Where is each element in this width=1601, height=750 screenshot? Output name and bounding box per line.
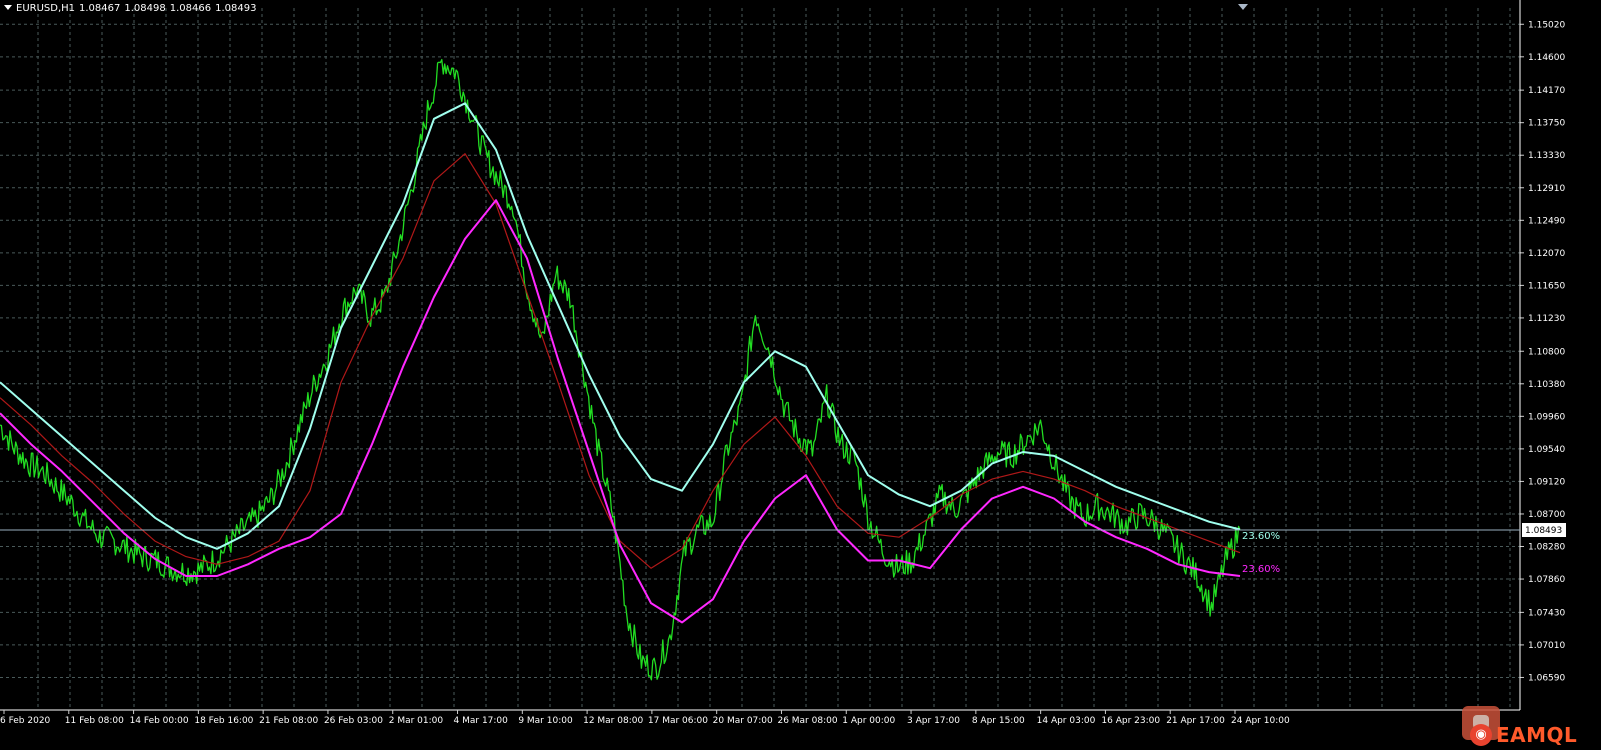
ohlc-high: 1.08498 [124,3,166,14]
price-tick-label: 1.12910 [1528,184,1565,194]
price-tick-label: 1.10800 [1528,347,1565,357]
price-tick-label: 1.15020 [1528,20,1565,30]
symbol-label: EURUSD,H1 [16,3,76,14]
chart-background [0,0,1601,750]
price-tick-label: 1.08700 [1528,510,1565,520]
price-tick-label: 1.07430 [1528,608,1565,618]
fib-label-upper: 23.60% [1242,531,1280,542]
price-chart[interactable]: 1.15020 1.14600 1.14170 1.13750 1.13330 1.129… [0,0,1601,750]
price-tick-label: 1.12070 [1528,249,1565,259]
time-tick-label: 9 Mar 10:00 [518,716,573,726]
time-tick-label: 24 Apr 10:00 [1231,716,1290,726]
time-tick-label: 21 Feb 08:00 [259,716,318,726]
brand-logo: ◉ EAMQL [1470,722,1598,748]
price-tick-label: 1.09120 [1528,477,1565,487]
price-tick-label: 1.07860 [1528,575,1565,585]
time-tick-label: 21 Apr 17:00 [1166,716,1225,726]
time-tick-label: 11 Feb 08:00 [65,716,124,726]
ohlc-close: 1.08493 [215,3,257,14]
price-tick-label: 1.09540 [1528,445,1565,455]
time-tick-label: 8 Apr 15:00 [972,716,1025,726]
ohlc-open: 1.08467 [79,3,121,14]
chart-grid [0,0,1601,750]
time-tick-label: 17 Mar 06:00 [648,716,708,726]
brand-logo-icon: ◉ [1470,724,1492,746]
time-tick-label: 1 Apr 00:00 [842,716,895,726]
price-tick-label: 1.06590 [1528,673,1565,683]
price-tick-label: 1.11230 [1528,314,1565,324]
time-tick-label: 26 Mar 08:00 [777,716,837,726]
price-tick-label: 1.13330 [1528,151,1565,161]
time-tick-label: 16 Apr 23:00 [1101,716,1160,726]
collapse-triangle-icon[interactable] [4,5,12,10]
price-tick-label: 1.09960 [1528,412,1565,422]
time-tick-label: 6 Feb 2020 [0,716,51,726]
price-tick-label: 1.11650 [1528,281,1565,291]
time-tick-label: 14 Apr 03:00 [1037,716,1096,726]
price-tick-label: 1.08280 [1528,543,1565,553]
time-tick-label: 12 Mar 08:00 [583,716,643,726]
time-tick-label: 26 Feb 03:00 [324,716,383,726]
fib-label-lower: 23.60% [1242,564,1280,575]
time-tick-label: 14 Feb 00:00 [130,716,189,726]
time-tick-label: 2 Mar 01:00 [389,716,444,726]
price-tick-label: 1.14170 [1528,86,1565,96]
time-tick-label: 20 Mar 07:00 [713,716,773,726]
price-tick-label: 1.13750 [1528,119,1565,129]
chart-header: EURUSD,H1 1.08467 1.08498 1.08466 1.08493 [4,3,260,14]
price-tick-label: 1.14600 [1528,53,1565,63]
current-price-label: 1.08493 [1525,526,1562,536]
price-tick-label: 1.07010 [1528,641,1565,651]
ohlc-low: 1.08466 [169,3,212,14]
brand-logo-text: EAMQL [1496,723,1578,747]
price-tick-label: 1.12490 [1528,216,1565,226]
time-tick-label: 18 Feb 16:00 [194,716,253,726]
time-tick-label: 4 Mar 17:00 [454,716,509,726]
time-tick-label: 3 Apr 17:00 [907,716,960,726]
price-tick-label: 1.10380 [1528,380,1565,390]
